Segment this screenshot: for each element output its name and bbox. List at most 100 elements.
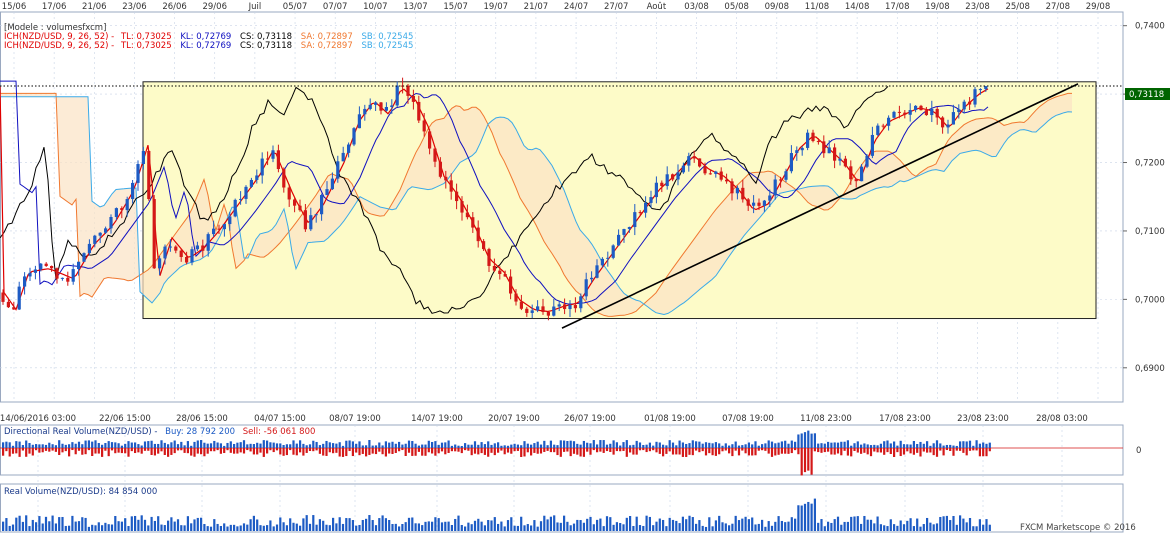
real-volume-bar	[922, 524, 925, 531]
real-volume-bar	[701, 525, 704, 531]
buy-volume-bar	[351, 441, 354, 448]
buy-volume-bar	[104, 443, 107, 448]
sell-volume-bar	[731, 448, 734, 457]
sell-volume-bar	[216, 448, 219, 451]
real-volume-bar	[173, 521, 176, 531]
real-volume-bar	[398, 526, 401, 531]
buy-volume-bar	[213, 440, 216, 448]
real-volume-bar	[61, 516, 64, 531]
real-volume-bar	[777, 516, 780, 531]
candle-body	[125, 199, 129, 211]
sell-volume-bar	[427, 448, 430, 453]
real-volume-bar	[308, 523, 312, 531]
sell-volume-bar	[104, 448, 107, 451]
real-volume-bar	[74, 521, 77, 531]
sell-volume-bar	[497, 448, 500, 453]
candle-body	[77, 261, 81, 270]
sell-volume-bar	[516, 448, 519, 451]
sell-volume-bar	[44, 448, 48, 451]
real-volume-bar	[589, 516, 592, 531]
candle-body	[746, 199, 750, 206]
buy-volume-bar	[625, 440, 628, 448]
buy-volume-bar	[325, 440, 328, 448]
buy-volume-bar	[18, 441, 21, 448]
buy-volume-bar	[665, 445, 668, 448]
real-volume-bar	[68, 525, 71, 531]
y-axis-label: 0,7100	[1135, 227, 1165, 237]
real-volume-bar	[249, 519, 252, 531]
buy-volume-bar	[470, 444, 473, 448]
sell-volume-bar	[140, 448, 143, 454]
real-volume-bar	[407, 517, 411, 531]
sell-volume-bar	[114, 448, 117, 454]
sell-volume-bar	[780, 448, 783, 454]
sell-volume-bar	[487, 448, 490, 457]
real-volume-bar	[157, 516, 160, 531]
real-volume-bar	[470, 524, 473, 531]
sell-volume-bar	[200, 448, 203, 455]
watermark: FXCM Marketscope © 2016	[1020, 523, 1136, 533]
buy-volume-bar	[345, 440, 348, 448]
sell-volume-bar	[539, 448, 543, 454]
real-volume-bar	[15, 517, 18, 531]
real-volume-bar	[229, 524, 232, 531]
real-volume-bar	[830, 522, 833, 531]
real-volume-bar	[853, 516, 856, 531]
sell-volume-bar	[803, 448, 807, 473]
real-volume-bar	[127, 526, 130, 531]
sell-volume-bar	[572, 448, 576, 454]
bottom-time-label: 14/07 19:00	[411, 414, 463, 424]
sell-volume-bar	[655, 448, 658, 453]
sell-volume-bar	[325, 448, 328, 456]
buy-volume-bar	[407, 440, 411, 448]
sell-volume-bar	[361, 448, 364, 454]
real-volume-bar	[619, 522, 622, 531]
sell-volume-bar	[625, 448, 628, 457]
buy-volume-bar	[285, 444, 288, 448]
bottom-time-label: 22/06 15:00	[99, 414, 151, 424]
real-volume-bar	[764, 526, 767, 531]
buy-volume-bar	[843, 441, 846, 448]
real-volume-bar	[394, 523, 397, 531]
candle-body	[190, 249, 194, 263]
buy-volume-bar	[368, 440, 371, 448]
candle-body	[870, 134, 874, 156]
real-volume-bar	[259, 525, 262, 531]
candle-body	[352, 128, 356, 145]
buy-volume-bar	[140, 445, 143, 448]
candle-body	[779, 179, 783, 181]
real-volume-bar	[493, 517, 496, 531]
buy-volume-bar	[308, 444, 312, 448]
sell-volume-bar	[605, 448, 609, 452]
buy-volume-bar	[388, 442, 391, 448]
buy-volume-bar	[256, 442, 259, 448]
candle-body	[185, 256, 189, 263]
real-volume-bar	[757, 523, 760, 531]
sell-volume-bar	[774, 448, 777, 456]
sell-volume-bar	[196, 448, 199, 454]
sell-volume-bar	[190, 448, 193, 456]
real-volume-bar	[503, 526, 506, 531]
real-volume-bar	[935, 523, 939, 531]
sell-volume-bar	[127, 448, 130, 457]
buy-volume-bar	[681, 442, 684, 448]
buy-volume-bar	[711, 443, 714, 448]
candle-body	[924, 110, 928, 116]
buy-volume-bar	[460, 445, 463, 448]
sell-volume-bar	[394, 448, 397, 453]
sell-volume-bar	[97, 448, 100, 454]
real-volume-bar	[388, 520, 391, 531]
candle-body	[44, 263, 48, 266]
buy-volume-bar	[54, 445, 57, 448]
sell-volume-bar	[530, 448, 533, 456]
buy-volume-bar	[401, 444, 404, 448]
candle-body	[465, 212, 469, 218]
sell-volume-bar	[711, 448, 714, 456]
sell-volume-bar	[536, 448, 539, 454]
sell-volume-bar	[223, 448, 226, 454]
candle-body	[671, 174, 675, 180]
candle-body	[336, 161, 340, 179]
sell-volume-bar	[41, 448, 44, 453]
buy-volume-bar	[193, 441, 196, 448]
real-volume-bar	[203, 523, 206, 531]
